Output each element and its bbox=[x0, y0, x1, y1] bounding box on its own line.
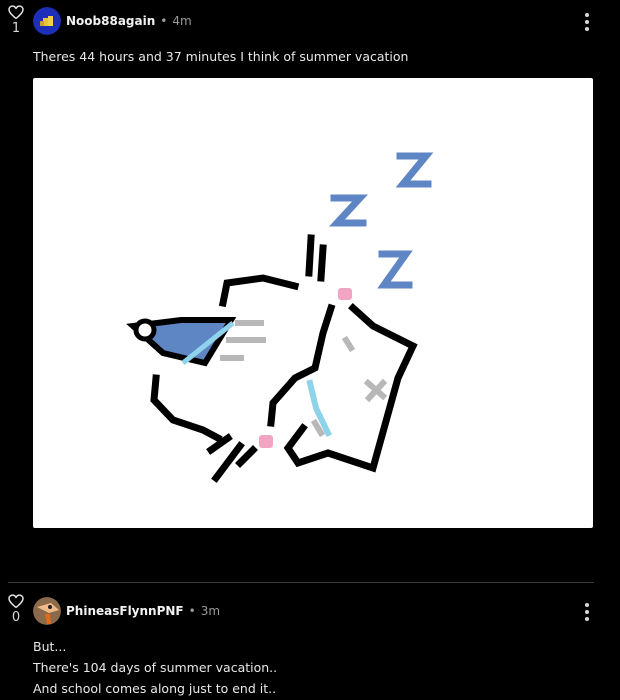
comment-1-header: Noob88again • 4m bbox=[66, 14, 192, 28]
comment-text-line-3: And school comes along just to end it.. bbox=[33, 681, 277, 696]
heart-outline-icon[interactable] bbox=[8, 594, 24, 609]
sleep-z-letters bbox=[329, 152, 434, 289]
like-count: 1 bbox=[11, 21, 21, 36]
comment-text-line-1: But... bbox=[33, 639, 67, 654]
like-count: 0 bbox=[11, 610, 21, 625]
separator-dot: • bbox=[160, 14, 168, 28]
comment-text-line-2: There's 104 days of summer vacation.. bbox=[33, 660, 278, 675]
username[interactable]: Noob88again bbox=[66, 14, 155, 28]
comment-1-vote: 1 bbox=[7, 5, 25, 36]
avatar[interactable] bbox=[33, 597, 61, 625]
gray-marks bbox=[220, 320, 388, 438]
comment-divider bbox=[8, 582, 594, 583]
comment-2-header: PhineasFlynnPNF • 3m bbox=[66, 604, 220, 618]
timestamp: 3m bbox=[200, 604, 221, 618]
separator-dot: • bbox=[188, 604, 196, 618]
sleeping-cat-drawing bbox=[126, 152, 434, 483]
heart-outline-icon[interactable] bbox=[8, 5, 24, 20]
timestamp: 4m bbox=[172, 14, 192, 28]
kebab-menu-icon[interactable] bbox=[582, 13, 592, 31]
avatar[interactable] bbox=[33, 7, 61, 35]
sleep-cap bbox=[126, 317, 237, 367]
kebab-menu-icon[interactable] bbox=[582, 603, 592, 621]
username[interactable]: PhineasFlynnPNF bbox=[66, 604, 184, 618]
comment-2-vote: 0 bbox=[7, 594, 25, 625]
comment-text: Theres 44 hours and 37 minutes I think o… bbox=[33, 49, 409, 64]
comment-image[interactable] bbox=[33, 78, 593, 528]
